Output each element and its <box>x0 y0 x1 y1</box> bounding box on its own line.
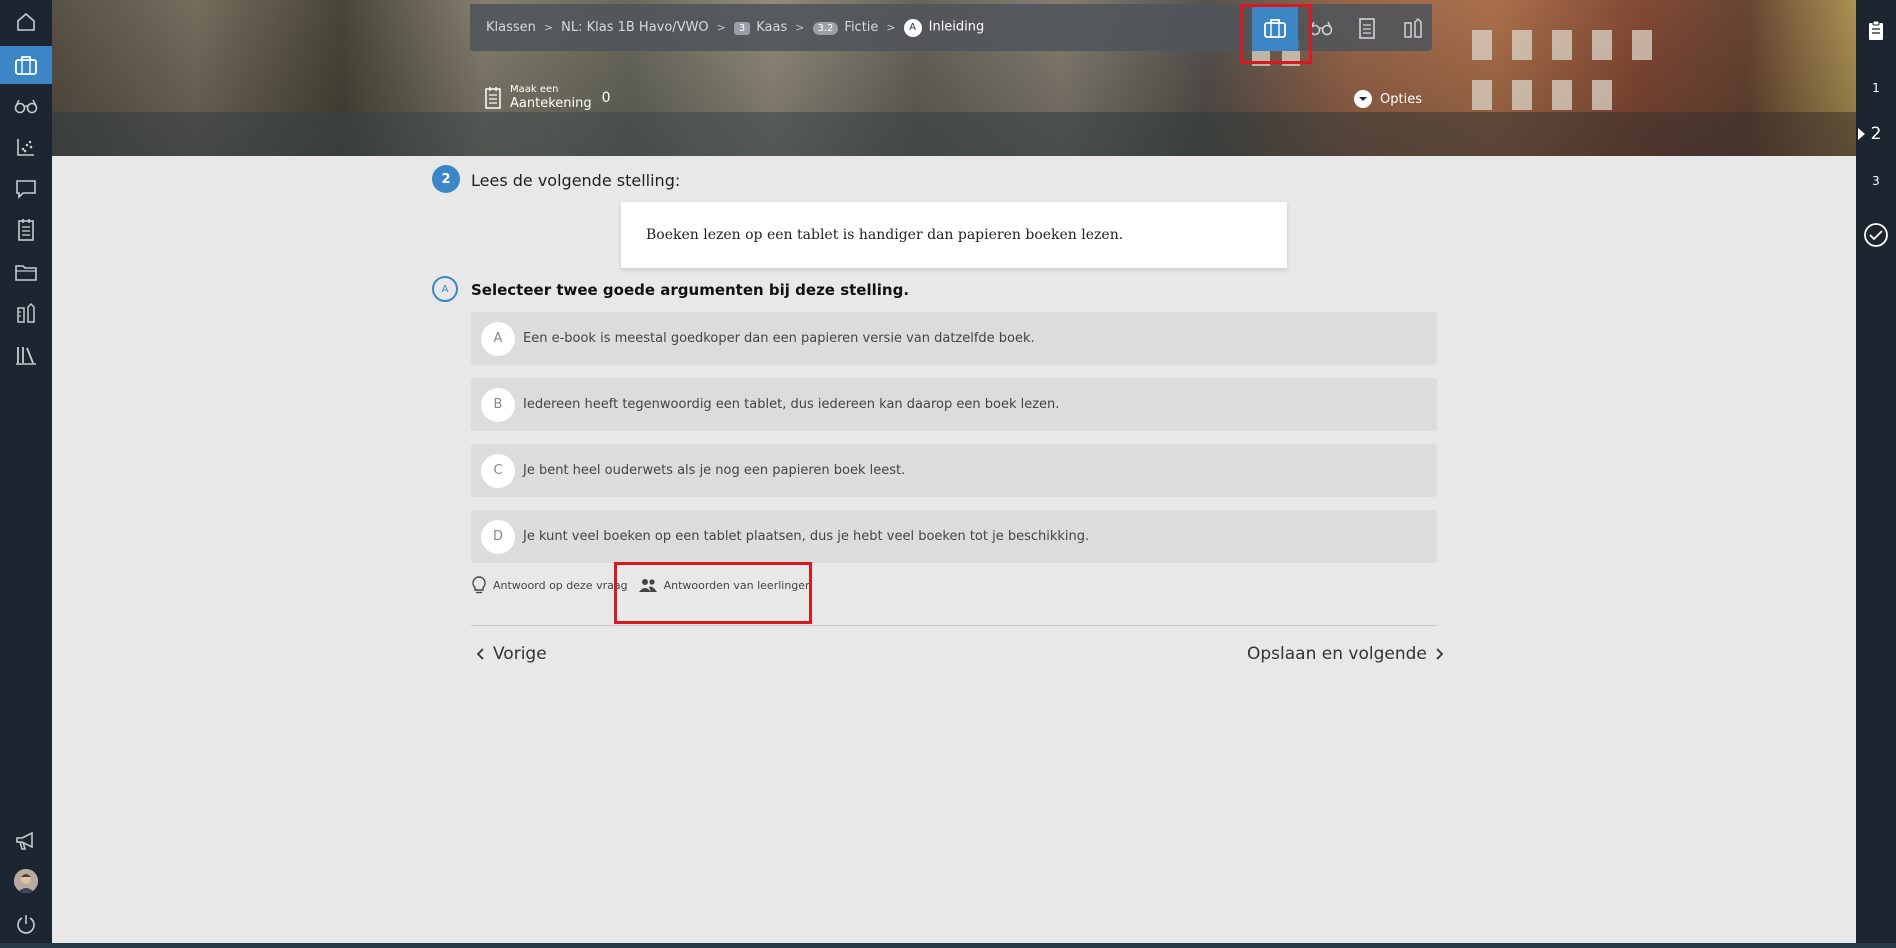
chevron-right-icon: > <box>795 21 805 34</box>
mode-notes-button[interactable] <box>1344 4 1390 51</box>
option-text: Iedereen heeft tegenwoordig een tablet, … <box>523 397 1060 412</box>
banner-canal-strip <box>52 112 1856 156</box>
option-letter: A <box>481 321 515 356</box>
show-answer-link[interactable]: Antwoord op deze vraag <box>471 576 628 594</box>
question-nav-label: 3 <box>1872 174 1880 188</box>
banner-photo-detail <box>1592 80 1612 110</box>
breadcrumb-label: Inleiding <box>928 19 985 34</box>
statement-text: Boeken lezen op een tablet is handiger d… <box>646 227 1124 243</box>
question-nav-2[interactable]: 2 <box>1856 124 1896 144</box>
answer-option-d[interactable]: D Je kunt veel boeken op een tablet plaa… <box>471 510 1437 563</box>
megaphone-icon[interactable] <box>0 822 52 860</box>
answer-option-a[interactable]: A Een e-book is meestal goedkoper dan ee… <box>471 312 1437 365</box>
notes-icon[interactable] <box>0 211 52 249</box>
clipboard-icon[interactable] <box>1856 20 1896 42</box>
chevron-left-icon <box>476 648 484 660</box>
make-note-button[interactable]: Maak een Aantekening 0 <box>484 84 611 112</box>
highlight-box <box>614 562 812 624</box>
note-label-line1: Maak een <box>510 84 559 95</box>
statement-card: Boeken lezen op een tablet is handiger d… <box>621 202 1287 268</box>
options-button[interactable]: Opties <box>1354 90 1422 108</box>
tools-icon[interactable] <box>0 294 52 332</box>
section-badge: 3.2 <box>812 22 839 35</box>
user-avatar[interactable] <box>0 862 52 900</box>
power-icon[interactable] <box>0 905 52 943</box>
options-label: Opties <box>1380 91 1422 107</box>
tools-icon <box>1404 17 1422 38</box>
answer-option-b[interactable]: B Iedereen heeft tegenwoordig een tablet… <box>471 378 1437 431</box>
banner-photo-detail <box>1592 30 1612 60</box>
home-icon[interactable] <box>0 3 52 41</box>
answer-option-c[interactable]: C Je bent heel ouderwets als je nog een … <box>471 444 1437 497</box>
briefcase-icon[interactable] <box>0 46 52 84</box>
left-sidebar <box>0 0 52 948</box>
notes-icon <box>1359 17 1375 39</box>
question-nav-3[interactable]: 3 <box>1856 174 1896 188</box>
option-letter: B <box>481 387 515 422</box>
chevron-right-icon: > <box>543 21 554 34</box>
note-label-line2: Aantekening <box>510 96 592 111</box>
option-text: Je bent heel ouderwets als je nog een pa… <box>523 463 906 478</box>
banner-photo-detail <box>1512 30 1532 60</box>
question-title: Lees de volgende stelling: <box>471 171 681 190</box>
chevron-down-icon <box>1354 90 1372 108</box>
banner-photo-detail <box>1552 30 1572 60</box>
chevron-right-icon: > <box>716 21 726 34</box>
breadcrumb-item-current[interactable]: A Inleiding <box>903 18 985 37</box>
option-text: Je kunt veel boeken op een tablet plaats… <box>523 529 1090 544</box>
question-nav-label: 2 <box>1870 124 1882 144</box>
show-answer-label: Antwoord op deze vraag <box>493 578 628 592</box>
question-nav-label: 1 <box>1872 81 1880 95</box>
paragraph-badge: A <box>903 18 922 37</box>
breadcrumb-label: Kaas <box>756 20 788 35</box>
divider <box>471 625 1437 626</box>
chapter-badge: 3 <box>733 22 751 35</box>
check-circle-icon[interactable] <box>1856 222 1896 248</box>
breadcrumb-item-klassen[interactable]: Klassen <box>486 20 536 35</box>
highlight-box <box>1240 4 1312 64</box>
previous-button[interactable]: Vorige <box>475 644 547 664</box>
subquestion-title: Selecteer twee goede argumenten bij deze… <box>471 281 910 299</box>
right-sidebar: 1 2 3 <box>1856 0 1896 948</box>
question-number: 2 <box>432 165 460 193</box>
avatar <box>14 869 38 893</box>
save-next-button[interactable]: Opslaan en volgende <box>1247 644 1445 664</box>
banner-photo-detail <box>1632 30 1652 60</box>
banner-photo-detail <box>1552 80 1572 110</box>
previous-label: Vorige <box>493 644 547 664</box>
option-letter: C <box>481 453 515 488</box>
note-label: Maak een Aantekening <box>510 84 592 112</box>
lightbulb-icon <box>472 576 486 594</box>
folder-icon[interactable] <box>0 253 52 291</box>
mode-tools-button[interactable] <box>1390 4 1436 51</box>
chevron-right-icon: > <box>886 21 896 34</box>
chart-icon[interactable] <box>0 128 52 166</box>
breadcrumb-item-section[interactable]: 3.2 Fictie <box>812 20 879 35</box>
banner-photo-detail <box>1472 80 1492 110</box>
bottom-bar <box>0 943 1896 948</box>
chevron-right-icon <box>1436 648 1444 660</box>
breadcrumb: Klassen > NL: Klas 1B Havo/VWO > 3 Kaas >… <box>486 4 984 51</box>
question-nav-1[interactable]: 1 <box>1856 81 1896 95</box>
save-next-label: Opslaan en volgende <box>1247 644 1427 664</box>
option-letter: D <box>481 519 515 554</box>
breadcrumb-label: Klassen <box>486 20 536 35</box>
note-count: 0 <box>601 90 611 106</box>
breadcrumb-item-chapter[interactable]: 3 Kaas <box>733 20 788 35</box>
glasses-icon[interactable] <box>0 87 52 125</box>
breadcrumb-item-class[interactable]: NL: Klas 1B Havo/VWO <box>561 20 709 35</box>
option-text: Een e-book is meestal goedkoper dan een … <box>523 331 1035 346</box>
breadcrumb-label: Fictie <box>844 20 879 35</box>
chat-icon[interactable] <box>0 170 52 208</box>
library-icon[interactable] <box>0 336 52 374</box>
breadcrumb-label: NL: Klas 1B Havo/VWO <box>561 20 709 35</box>
banner-photo-detail <box>1472 30 1492 60</box>
subquestion-letter: A <box>432 276 458 302</box>
banner-photo-detail <box>1512 80 1532 110</box>
notes-icon <box>485 87 501 109</box>
